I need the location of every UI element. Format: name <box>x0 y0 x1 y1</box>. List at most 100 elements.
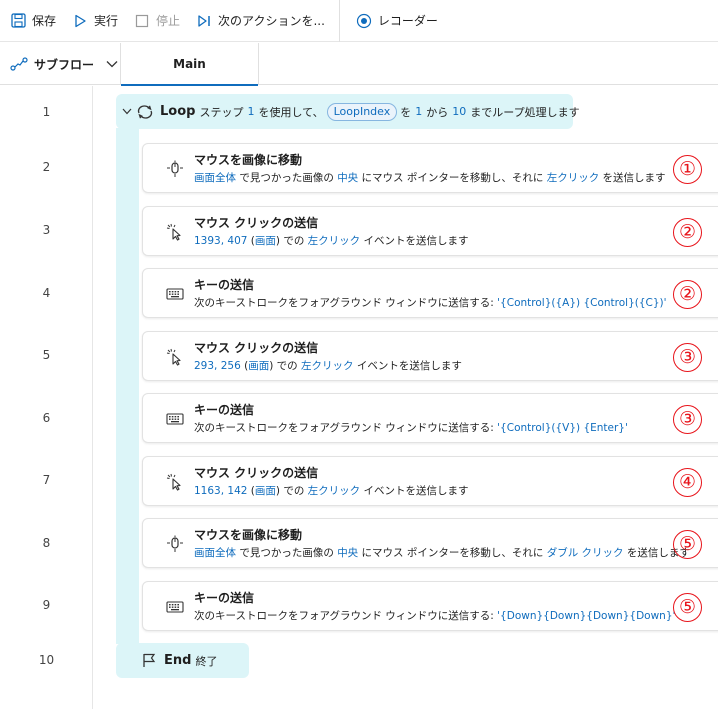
subflow-dropdown[interactable]: サブフロー <box>10 43 118 85</box>
action-card[interactable]: マウスを画像に移動 画面全体 で見つかった画像の 中央 にマウス ポインターを移動… <box>142 518 718 568</box>
action-parameter: 画面全体 <box>194 172 236 184</box>
save-button[interactable]: 保存 <box>10 0 56 42</box>
action-text: ) での <box>275 235 308 247</box>
loop-text: から <box>426 105 449 119</box>
line-number: 6 <box>42 411 51 425</box>
flag-icon <box>142 653 156 668</box>
line-number: 1 <box>42 105 51 119</box>
loop-icon <box>136 104 154 120</box>
mouse-click-icon <box>165 222 185 242</box>
action-parameter: 左クリック <box>546 172 600 184</box>
action-description: 画面全体 で見つかった画像の 中央 にマウス ポインターを移動し、それに ダブル… <box>194 545 690 560</box>
keyboard-icon <box>165 409 185 429</box>
step-number-badge: ⑤ <box>673 530 702 559</box>
action-text: 次のキーストロークをフォアグラウンド ウィンドウに送信する: <box>194 297 498 309</box>
action-title: キーの送信 <box>194 591 255 605</box>
action-description: 次のキーストロークをフォアグラウンド ウィンドウに送信する: '{Control… <box>194 420 628 435</box>
chevron-down-icon <box>106 60 118 68</box>
action-parameter: 左クリック <box>307 235 361 247</box>
recorder-label: レコーダー <box>377 14 438 28</box>
action-card[interactable]: マウス クリックの送信 1393, 407 (画面) での 左クリック イベントを… <box>142 206 718 256</box>
action-title: マウスを画像に移動 <box>194 528 303 542</box>
loop-keyword: Loop <box>160 104 196 119</box>
stop-label: 停止 <box>156 14 181 28</box>
step-number-badge: ② <box>673 280 702 309</box>
mouse-image-icon <box>165 159 185 179</box>
action-text: ) での <box>269 360 301 372</box>
action-parameter: 画面 <box>254 235 276 247</box>
action-text: ( <box>247 485 255 497</box>
end-action[interactable]: End 終了 <box>116 643 249 678</box>
action-card[interactable]: キーの送信次のキーストロークをフォアグラウンド ウィンドウに送信する: '{Co… <box>142 268 718 318</box>
action-description: 1393, 407 (画面) での 左クリック イベントを送信します <box>194 233 469 248</box>
action-text: ( <box>247 235 255 247</box>
loop-text: までループ処理します <box>470 105 580 119</box>
action-card[interactable]: マウス クリックの送信 293, 256 (画面) での 左クリック イベントを送… <box>142 331 718 381</box>
action-parameter: 中央 <box>337 547 359 559</box>
play-icon <box>72 13 88 29</box>
stop-icon <box>134 13 150 29</box>
record-icon <box>356 13 372 29</box>
action-parameter: 画面 <box>254 485 276 497</box>
action-parameter: '{Down}{Down}{Down}{Down}' <box>497 610 676 622</box>
action-text: ) での <box>275 485 308 497</box>
save-label: 保存 <box>32 14 57 28</box>
action-parameter: 1163, 142 <box>194 485 248 497</box>
step-number-badge: ② <box>673 218 702 247</box>
step-number-badge: ④ <box>673 468 702 497</box>
step-number-badge: ⑤ <box>673 593 702 622</box>
action-parameter: '{Control}({A}) {Control}({C})' <box>497 297 667 309</box>
action-description: 画面全体 で見つかった画像の 中央 にマウス ポインターを移動し、それに 左クリ… <box>194 170 666 185</box>
next-action-label: 次のアクションを... <box>218 14 325 28</box>
action-parameter: 左クリック <box>300 360 354 372</box>
action-description: 1163, 142 (画面) での 左クリック イベントを送信します <box>194 483 469 498</box>
subflow-icon <box>10 57 28 71</box>
loop-from-value: 1 <box>415 105 423 118</box>
run-button[interactable]: 実行 <box>72 0 118 42</box>
action-description: 293, 256 (画面) での 左クリック イベントを送信します <box>194 358 462 373</box>
line-number: 8 <box>42 536 51 550</box>
step-number-badge: ③ <box>673 405 702 434</box>
action-title: マウスを画像に移動 <box>194 153 303 167</box>
action-title: キーの送信 <box>194 403 255 417</box>
action-parameter: 293, 256 <box>194 360 241 372</box>
action-parameter: 画面 <box>248 360 270 372</box>
step-number-badge: ① <box>673 155 702 184</box>
loop-variable-pill[interactable]: LoopIndex <box>326 102 398 121</box>
loop-body-bar <box>116 128 139 644</box>
stop-button[interactable]: 停止 <box>134 0 180 42</box>
action-text: 次のキーストロークをフォアグラウンド ウィンドウに送信する: <box>194 610 498 622</box>
line-number: 5 <box>42 348 51 362</box>
action-title: キーの送信 <box>194 278 255 292</box>
save-icon <box>10 13 26 29</box>
line-number: 10 <box>38 653 55 667</box>
action-card[interactable]: キーの送信次のキーストロークをフォアグラウンド ウィンドウに送信する: '{Co… <box>142 393 718 443</box>
loop-to-value: 10 <box>452 105 467 118</box>
mouse-image-icon <box>165 534 185 554</box>
action-parameter: 画面全体 <box>194 547 236 559</box>
tab-main[interactable]: Main <box>120 43 259 86</box>
action-parameter: ダブル クリック <box>546 547 624 559</box>
action-card[interactable]: キーの送信次のキーストロークをフォアグラウンド ウィンドウに送信する: '{Do… <box>142 581 718 631</box>
toolbar-divider <box>338 0 340 42</box>
line-number: 4 <box>42 286 51 300</box>
loop-action[interactable]: Loop ステップ 1 を使用して、 LoopIndex を 1 から 10 ま… <box>116 94 580 129</box>
action-text: で見つかった画像の <box>236 547 338 559</box>
next-action-button[interactable]: 次のアクションを... <box>196 0 325 42</box>
mouse-click-icon <box>165 347 185 367</box>
action-text: 次のキーストロークをフォアグラウンド ウィンドウに送信する: <box>194 422 498 434</box>
action-card[interactable]: マウスを画像に移動画面全体 で見つかった画像の 中央 にマウス ポインターを移動… <box>142 143 718 193</box>
action-description: 次のキーストロークをフォアグラウンド ウィンドウに送信する: '{Down}{D… <box>194 608 675 623</box>
collapse-chevron-icon[interactable] <box>122 108 132 115</box>
action-title: マウス クリックの送信 <box>194 216 319 230</box>
action-parameter: 中央 <box>337 172 359 184</box>
toolbar: 保存 実行 停止 次のアクションを... レコーダー <box>0 0 718 42</box>
loop-step-value: 1 <box>247 105 255 118</box>
action-text: イベントを送信します <box>353 360 462 372</box>
recorder-button[interactable]: レコーダー <box>356 0 438 42</box>
action-text: にマウス ポインターを移動し、それに <box>358 547 547 559</box>
action-card[interactable]: マウス クリックの送信 1163, 142 (画面) での 左クリック イベントを… <box>142 456 718 506</box>
tab-main-label: Main <box>173 57 206 71</box>
line-number-gutter: 1 2 3 4 5 6 7 8 9 10 <box>0 86 93 709</box>
line-number: 3 <box>42 223 51 237</box>
